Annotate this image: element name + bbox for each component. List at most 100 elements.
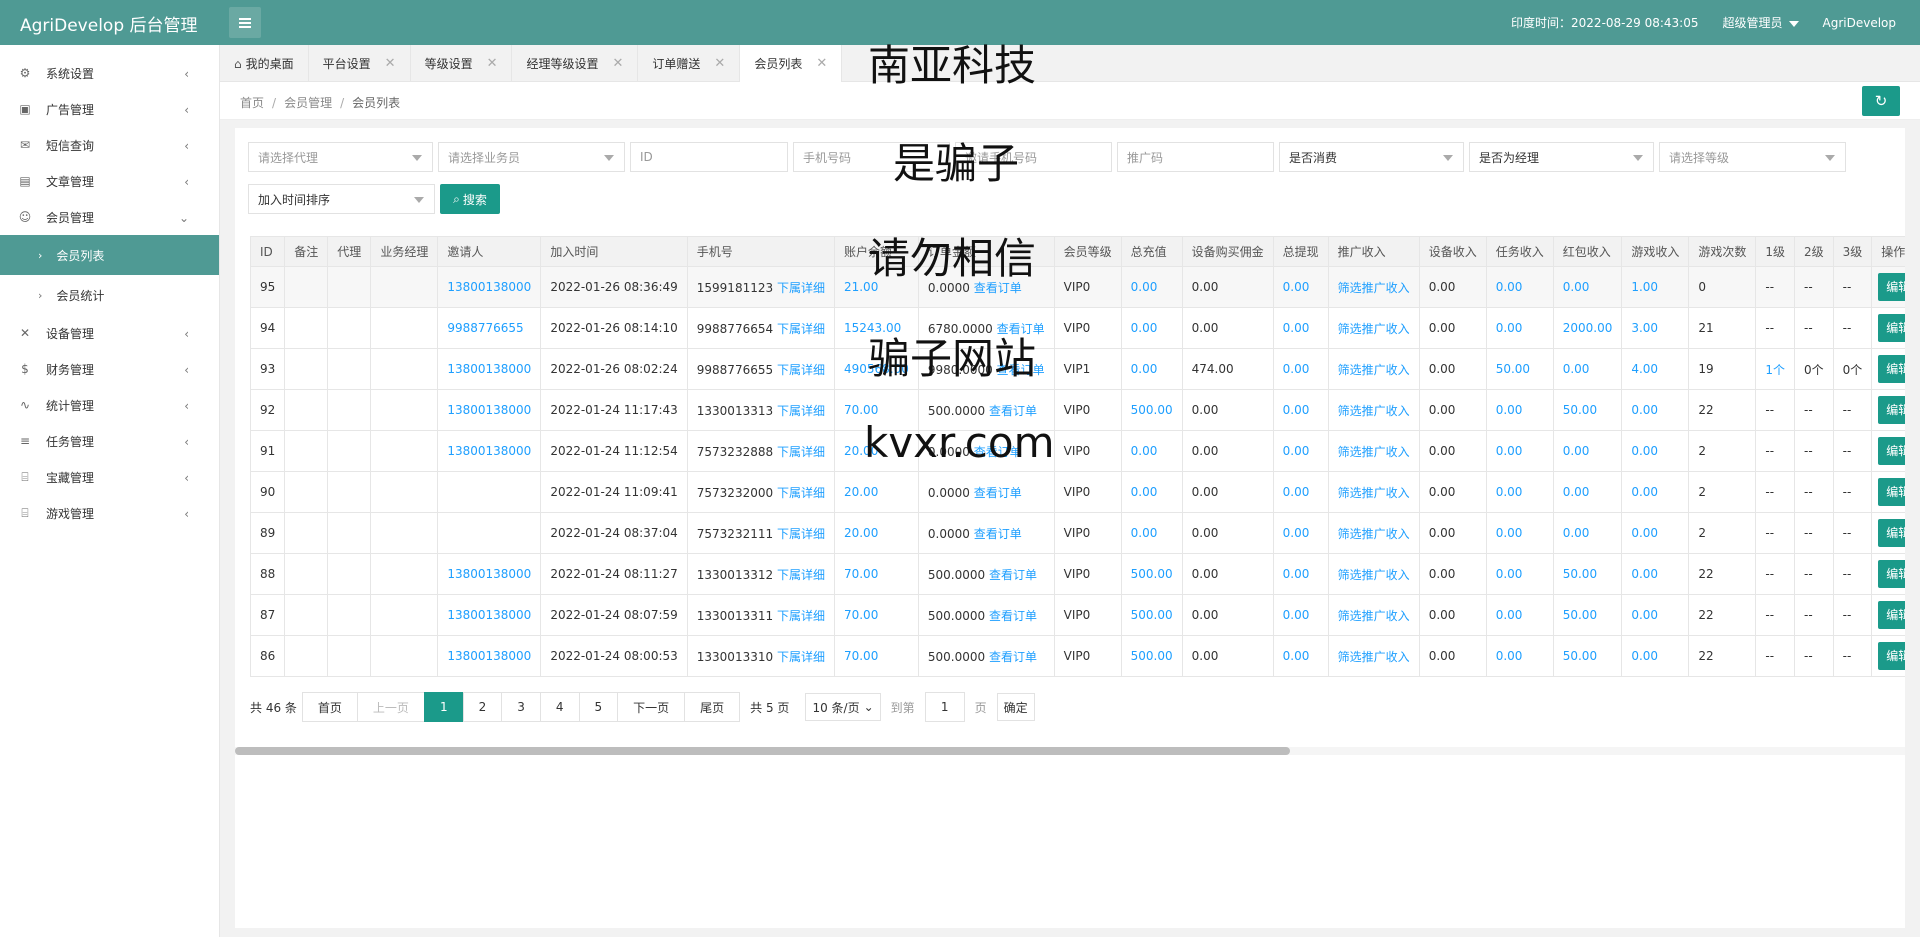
withdraw-link[interactable]: 0.00 — [1283, 608, 1310, 622]
recharge-link[interactable]: 500.00 — [1131, 608, 1173, 622]
edit-button[interactable]: 编辑 — [1878, 396, 1905, 424]
breadcrumb-home[interactable]: 首页 — [240, 96, 264, 110]
subordinate-detail-link[interactable]: 下属详细 — [777, 486, 825, 500]
withdraw-link[interactable]: 0.00 — [1283, 485, 1310, 499]
close-icon[interactable]: ✕ — [816, 56, 827, 71]
tab-manager-level-settings[interactable]: 经理等级设置 ✕ — [512, 45, 639, 82]
edit-button[interactable]: 编辑 — [1878, 519, 1905, 547]
view-order-link[interactable]: 查看订单 — [974, 486, 1022, 500]
sidebar-item-devices[interactable]: ✕ 设备管理 ‹ — [0, 315, 219, 351]
consumed-select[interactable]: 是否消费 — [1279, 142, 1464, 172]
redpack-income-link[interactable]: 50.00 — [1563, 403, 1597, 417]
filter-promo-income-link[interactable]: 筛选推广收入 — [1338, 527, 1410, 541]
breadcrumb-section[interactable]: 会员管理 — [284, 96, 332, 110]
recharge-link[interactable]: 500.00 — [1131, 403, 1173, 417]
withdraw-link[interactable]: 0.00 — [1283, 362, 1310, 376]
tab-member-list[interactable]: 会员列表 ✕ — [740, 45, 843, 82]
page-2-button[interactable]: 2 — [462, 692, 503, 722]
subordinate-detail-link[interactable]: 下属详细 — [777, 609, 825, 623]
scrollbar-thumb[interactable] — [235, 747, 1290, 755]
recharge-link[interactable]: 0.00 — [1131, 362, 1158, 376]
game-income-link[interactable]: 0.00 — [1631, 403, 1658, 417]
subordinate-detail-link[interactable]: 下属详细 — [777, 322, 825, 336]
withdraw-link[interactable]: 0.00 — [1283, 526, 1310, 540]
edit-button[interactable]: 编辑 — [1878, 355, 1905, 383]
subordinate-detail-link[interactable]: 下属详细 — [777, 568, 825, 582]
balance-link[interactable]: 20.00 — [844, 526, 878, 540]
sidebar-subitem-member-stats[interactable]: › 会员统计 — [0, 275, 219, 315]
inviter-link[interactable]: 9988776655 — [447, 321, 523, 335]
recharge-link[interactable]: 0.00 — [1131, 526, 1158, 540]
withdraw-link[interactable]: 0.00 — [1283, 649, 1310, 663]
filter-promo-income-link[interactable]: 筛选推广收入 — [1338, 363, 1410, 377]
sidebar-item-stats[interactable]: ∿ 统计管理 ‹ — [0, 387, 219, 423]
goto-page-input[interactable]: 1 — [924, 692, 965, 722]
task-income-link[interactable]: 0.00 — [1496, 649, 1523, 663]
withdraw-link[interactable]: 0.00 — [1283, 280, 1310, 294]
agent-select[interactable]: 请选择代理 — [248, 142, 433, 172]
tab-level-settings[interactable]: 等级设置 ✕ — [411, 45, 513, 82]
subordinate-detail-link[interactable]: 下属详细 — [777, 281, 825, 295]
close-icon[interactable]: ✕ — [385, 56, 396, 71]
redpack-income-link[interactable]: 50.00 — [1563, 608, 1597, 622]
user-name[interactable]: AgriDevelop — [1823, 16, 1897, 30]
game-income-link[interactable]: 0.00 — [1631, 567, 1658, 581]
page-1-button[interactable]: 1 — [423, 692, 464, 722]
task-income-link[interactable]: 0.00 — [1496, 280, 1523, 294]
balance-link[interactable]: 70.00 — [844, 567, 878, 581]
balance-link[interactable]: 70.00 — [844, 608, 878, 622]
task-income-link[interactable]: 0.00 — [1496, 444, 1523, 458]
game-income-link[interactable]: 1.00 — [1631, 280, 1658, 294]
refresh-button[interactable]: ↻ — [1862, 86, 1900, 116]
redpack-income-link[interactable]: 0.00 — [1563, 362, 1590, 376]
subordinate-detail-link[interactable]: 下属详细 — [777, 445, 825, 459]
game-income-link[interactable]: 0.00 — [1631, 526, 1658, 540]
game-income-link[interactable]: 0.00 — [1631, 444, 1658, 458]
sidebar-item-finance[interactable]: $ 财务管理 ‹ — [0, 351, 219, 387]
last-page-button[interactable]: 尾页 — [684, 692, 741, 722]
id-input[interactable]: ID — [630, 142, 788, 172]
view-order-link[interactable]: 查看订单 — [974, 527, 1022, 541]
recharge-link[interactable]: 500.00 — [1131, 649, 1173, 663]
filter-promo-income-link[interactable]: 筛选推广收入 — [1338, 486, 1410, 500]
edit-button[interactable]: 编辑 — [1878, 273, 1905, 301]
inviter-link[interactable]: 13800138000 — [447, 362, 531, 376]
goto-confirm-button[interactable]: 确定 — [996, 693, 1035, 721]
balance-link[interactable]: 70.00 — [844, 649, 878, 663]
salesman-select[interactable]: 请选择业务员 — [438, 142, 625, 172]
subordinate-detail-link[interactable]: 下属详细 — [777, 404, 825, 418]
subordinate-detail-link[interactable]: 下属详细 — [777, 527, 825, 541]
filter-promo-income-link[interactable]: 筛选推广收入 — [1338, 281, 1410, 295]
search-button[interactable]: ⌕ 搜索 — [440, 184, 500, 214]
filter-promo-income-link[interactable]: 筛选推广收入 — [1338, 568, 1410, 582]
filter-promo-income-link[interactable]: 筛选推广收入 — [1338, 609, 1410, 623]
page-4-button[interactable]: 4 — [539, 692, 580, 722]
subordinate-detail-link[interactable]: 下属详细 — [777, 650, 825, 664]
sort-select[interactable]: 加入时间排序 — [248, 184, 435, 214]
edit-button[interactable]: 编辑 — [1878, 478, 1905, 506]
task-income-link[interactable]: 0.00 — [1496, 403, 1523, 417]
inviter-link[interactable]: 13800138000 — [447, 280, 531, 294]
level1-count[interactable]: 1个 — [1765, 363, 1785, 377]
sidebar-item-games[interactable]: ⌸ 游戏管理 ‹ — [0, 495, 219, 531]
prev-page-button[interactable]: 上一页 — [356, 692, 425, 722]
tab-platform-settings[interactable]: 平台设置 ✕ — [309, 45, 411, 82]
sidebar-item-tasks[interactable]: ≡ 任务管理 ‹ — [0, 423, 219, 459]
withdraw-link[interactable]: 0.00 — [1283, 403, 1310, 417]
withdraw-link[interactable]: 0.00 — [1283, 321, 1310, 335]
recharge-link[interactable]: 500.00 — [1131, 567, 1173, 581]
view-order-link[interactable]: 查看订单 — [989, 404, 1037, 418]
redpack-income-link[interactable]: 0.00 — [1563, 444, 1590, 458]
redpack-income-link[interactable]: 0.00 — [1563, 526, 1590, 540]
game-income-link[interactable]: 0.00 — [1631, 649, 1658, 663]
task-income-link[interactable]: 0.00 — [1496, 485, 1523, 499]
is-manager-select[interactable]: 是否为经理 — [1469, 142, 1654, 172]
recharge-link[interactable]: 0.00 — [1131, 444, 1158, 458]
tab-dashboard[interactable]: ⌂ 我的桌面 — [220, 45, 309, 82]
game-income-link[interactable]: 0.00 — [1631, 608, 1658, 622]
first-page-button[interactable]: 首页 — [301, 692, 358, 722]
next-page-button[interactable]: 下一页 — [617, 692, 686, 722]
game-income-link[interactable]: 0.00 — [1631, 485, 1658, 499]
inviter-link[interactable]: 13800138000 — [447, 608, 531, 622]
inviter-link[interactable]: 13800138000 — [447, 567, 531, 581]
